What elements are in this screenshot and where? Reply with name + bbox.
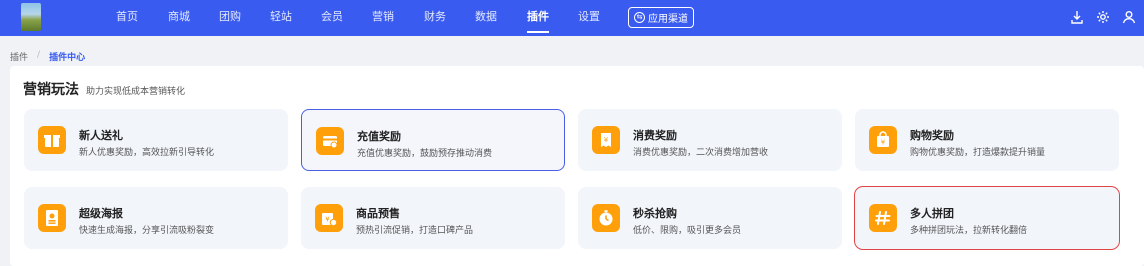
plugin-card-group-buy[interactable]: 多人拼团 多种拼团玩法，拉新转化翻倍	[854, 186, 1120, 250]
marketing-panel: 营销玩法 助力实现低成本营销转化 新人送礼 新人优惠奖励，高效拉新引导转化 充值…	[10, 66, 1144, 266]
shopping-bag-icon: ¥	[869, 126, 897, 154]
card-title: 商品预售	[356, 207, 400, 220]
gift-box-icon	[38, 126, 66, 154]
plugin-card-shopping-reward[interactable]: ¥ 购物奖励 购物优惠奖励，打造爆款提升销量	[855, 109, 1119, 171]
group-buy-icon	[869, 204, 897, 232]
nav-item-members[interactable]: 会员	[321, 0, 343, 36]
card-title: 超级海报	[79, 207, 123, 220]
section-title: 营销玩法	[23, 82, 79, 98]
app-channel-button[interactable]: ⇆ 应用渠道	[628, 7, 694, 28]
nav-item-settings[interactable]: 设置	[578, 0, 600, 36]
channel-icon: ⇆	[634, 12, 645, 23]
poster-icon	[38, 204, 66, 232]
download-icon[interactable]	[1069, 9, 1085, 25]
plugin-card-new-user-gift[interactable]: 新人送礼 新人优惠奖励，高效拉新引导转化	[24, 109, 288, 171]
card-desc: 购物优惠奖励，打造爆款提升销量	[910, 148, 1046, 158]
card-topup-icon	[316, 127, 344, 155]
card-desc: 预热引流促销，打造口碑产品	[356, 226, 474, 236]
plugin-card-spending-reward[interactable]: ¥ 消费奖励 消费优惠奖励，二次消费增加营收	[578, 109, 842, 171]
presale-bag-icon: ¥	[315, 204, 343, 232]
card-desc: 充值优惠奖励，鼓励预存推动消费	[357, 149, 493, 159]
breadcrumb-current: 插件中心	[49, 53, 86, 63]
nav-item-data[interactable]: 数据	[475, 0, 497, 36]
breadcrumb-root[interactable]: 插件	[10, 50, 28, 63]
card-desc: 新人优惠奖励，高效拉新引导转化	[79, 148, 215, 158]
nav-item-home[interactable]: 首页	[116, 0, 138, 36]
plugin-card-super-poster[interactable]: 超级海报 快速生成海报，分享引流吸粉裂变	[24, 187, 288, 249]
nav-item-mall[interactable]: 商城	[168, 0, 190, 36]
nav-item-group-buy[interactable]: 团购	[219, 0, 241, 36]
app-logo[interactable]	[21, 3, 41, 31]
card-title: 消费奖励	[633, 129, 677, 142]
breadcrumb-separator: /	[37, 50, 41, 60]
card-desc: 多种拼团玩法，拉新转化翻倍	[910, 226, 1028, 236]
card-title: 秒杀抢购	[633, 207, 677, 220]
nav-item-marketing[interactable]: 营销	[372, 0, 394, 36]
svg-text:¥: ¥	[325, 216, 330, 224]
receipt-yen-icon: ¥	[592, 126, 620, 154]
active-nav-indicator	[527, 31, 549, 33]
card-desc: 消费优惠奖励，二次消费增加营收	[633, 148, 769, 158]
plugin-card-flash-sale[interactable]: 秒杀抢购 低价、限购，吸引更多会员	[578, 187, 842, 249]
gear-icon[interactable]	[1095, 9, 1111, 25]
nav-item-light-site[interactable]: 轻站	[270, 0, 292, 36]
breadcrumb: 插件 / 插件中心	[10, 50, 85, 63]
card-title: 充值奖励	[357, 130, 401, 143]
stopwatch-icon	[592, 204, 620, 232]
svg-text:¥: ¥	[881, 139, 886, 147]
top-nav-bar: 首页 商城 团购 轻站 会员 营销 财务 数据 插件 设置 ⇆ 应用渠道	[0, 0, 1144, 36]
nav-item-finance[interactable]: 财务	[424, 0, 446, 36]
svg-text:¥: ¥	[604, 136, 609, 144]
section-subtitle: 助力实现低成本营销转化	[86, 87, 186, 97]
plugin-card-topup-reward[interactable]: 充值奖励 充值优惠奖励，鼓励预存推动消费	[301, 109, 565, 171]
app-channel-label: 应用渠道	[648, 14, 688, 25]
card-desc: 低价、限购，吸引更多会员	[633, 226, 742, 236]
user-icon[interactable]	[1121, 9, 1137, 25]
card-desc: 快速生成海报，分享引流吸粉裂变	[79, 226, 215, 236]
card-title: 购物奖励	[910, 129, 954, 142]
plugin-card-presale[interactable]: ¥ 商品预售 预热引流促销，打造口碑产品	[301, 187, 565, 249]
card-title: 多人拼团	[910, 207, 954, 220]
card-title: 新人送礼	[79, 129, 123, 142]
